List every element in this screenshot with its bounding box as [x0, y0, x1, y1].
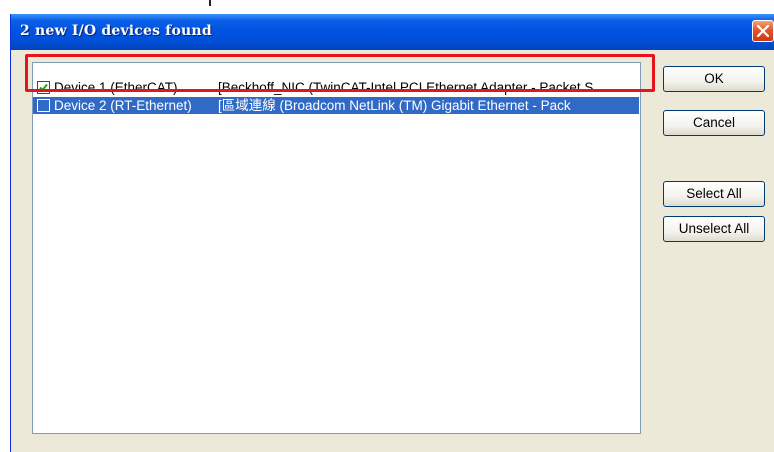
window-edge-mark: [209, 0, 211, 6]
close-icon: [757, 25, 769, 37]
select-all-button[interactable]: Select All: [663, 181, 765, 207]
title-bar[interactable]: 2 new I/O devices found: [11, 14, 774, 50]
dialog-title: 2 new I/O devices found: [20, 23, 212, 39]
cancel-button[interactable]: Cancel: [663, 110, 765, 136]
dialog-window: 2 new I/O devices found Device 1 (EtherC…: [10, 14, 774, 452]
device-2-name: Device 2 (RT-Ethernet): [54, 98, 192, 113]
device-2-checkbox[interactable]: [37, 99, 50, 112]
close-button[interactable]: [752, 20, 774, 42]
device-listbox[interactable]: Device 1 (EtherCAT) [Beckhoff_NIC (TwinC…: [32, 62, 641, 434]
device-row-2[interactable]: Device 2 (RT-Ethernet) [區域連線 (Broadcom N…: [33, 97, 639, 114]
annotation-highlight-box: [25, 54, 655, 92]
ok-button[interactable]: OK: [663, 66, 765, 92]
device-2-description: [區域連線 (Broadcom NetLink (TM) Gigabit Eth…: [218, 98, 571, 113]
unselect-all-button[interactable]: Unselect All: [663, 216, 765, 242]
